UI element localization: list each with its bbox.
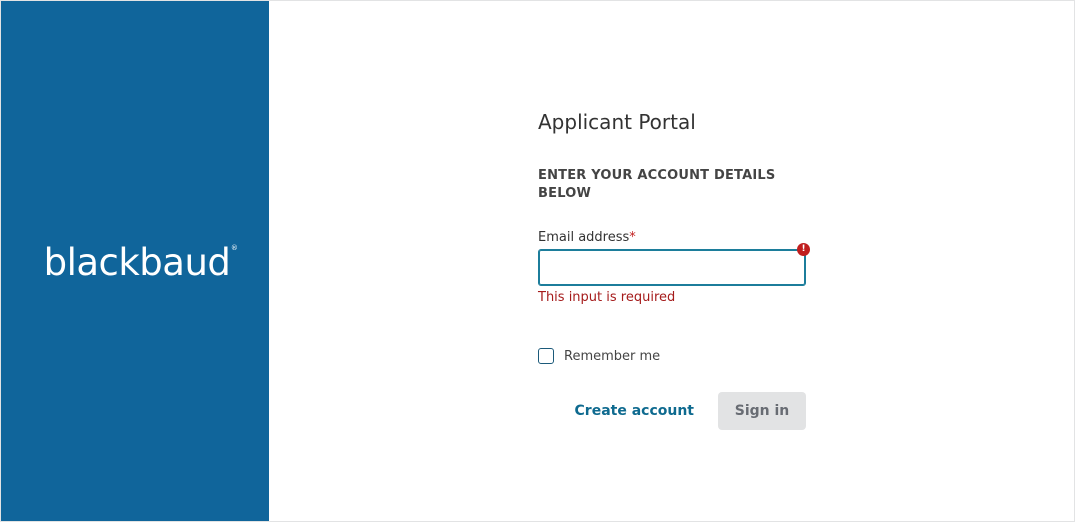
page-title: Applicant Portal <box>538 110 696 134</box>
email-input[interactable] <box>538 249 806 286</box>
login-form: Applicant Portal ENTER YOUR ACCOUNT DETA… <box>538 109 810 430</box>
email-field-wrapper: ! <box>538 243 810 286</box>
remember-me-row[interactable]: Remember me <box>538 348 806 364</box>
logo-text: blackbaud <box>43 240 231 284</box>
required-mark: * <box>629 230 636 245</box>
remember-me-label[interactable]: Remember me <box>564 349 660 364</box>
login-page: blackbaud ® Applicant Portal ENTER YOUR A… <box>0 0 1075 522</box>
blackbaud-logo: blackbaud ® <box>43 240 238 284</box>
registered-mark: ® <box>230 243 238 252</box>
email-label-text: Email address <box>538 230 630 245</box>
email-label: Email address* <box>538 230 806 246</box>
form-subtitle: ENTER YOUR ACCOUNT DETAILS BELOW <box>538 168 776 201</box>
email-error-message: This input is required <box>538 290 676 305</box>
error-icon: ! <box>797 243 810 256</box>
form-actions: Create account Sign in <box>538 392 806 430</box>
remember-me-checkbox[interactable] <box>538 348 554 364</box>
sign-in-button[interactable]: Sign in <box>718 392 806 430</box>
create-account-link[interactable]: Create account <box>575 403 694 419</box>
main-content: Applicant Portal ENTER YOUR ACCOUNT DETA… <box>269 1 1074 521</box>
brand-panel: blackbaud ® <box>1 1 269 521</box>
